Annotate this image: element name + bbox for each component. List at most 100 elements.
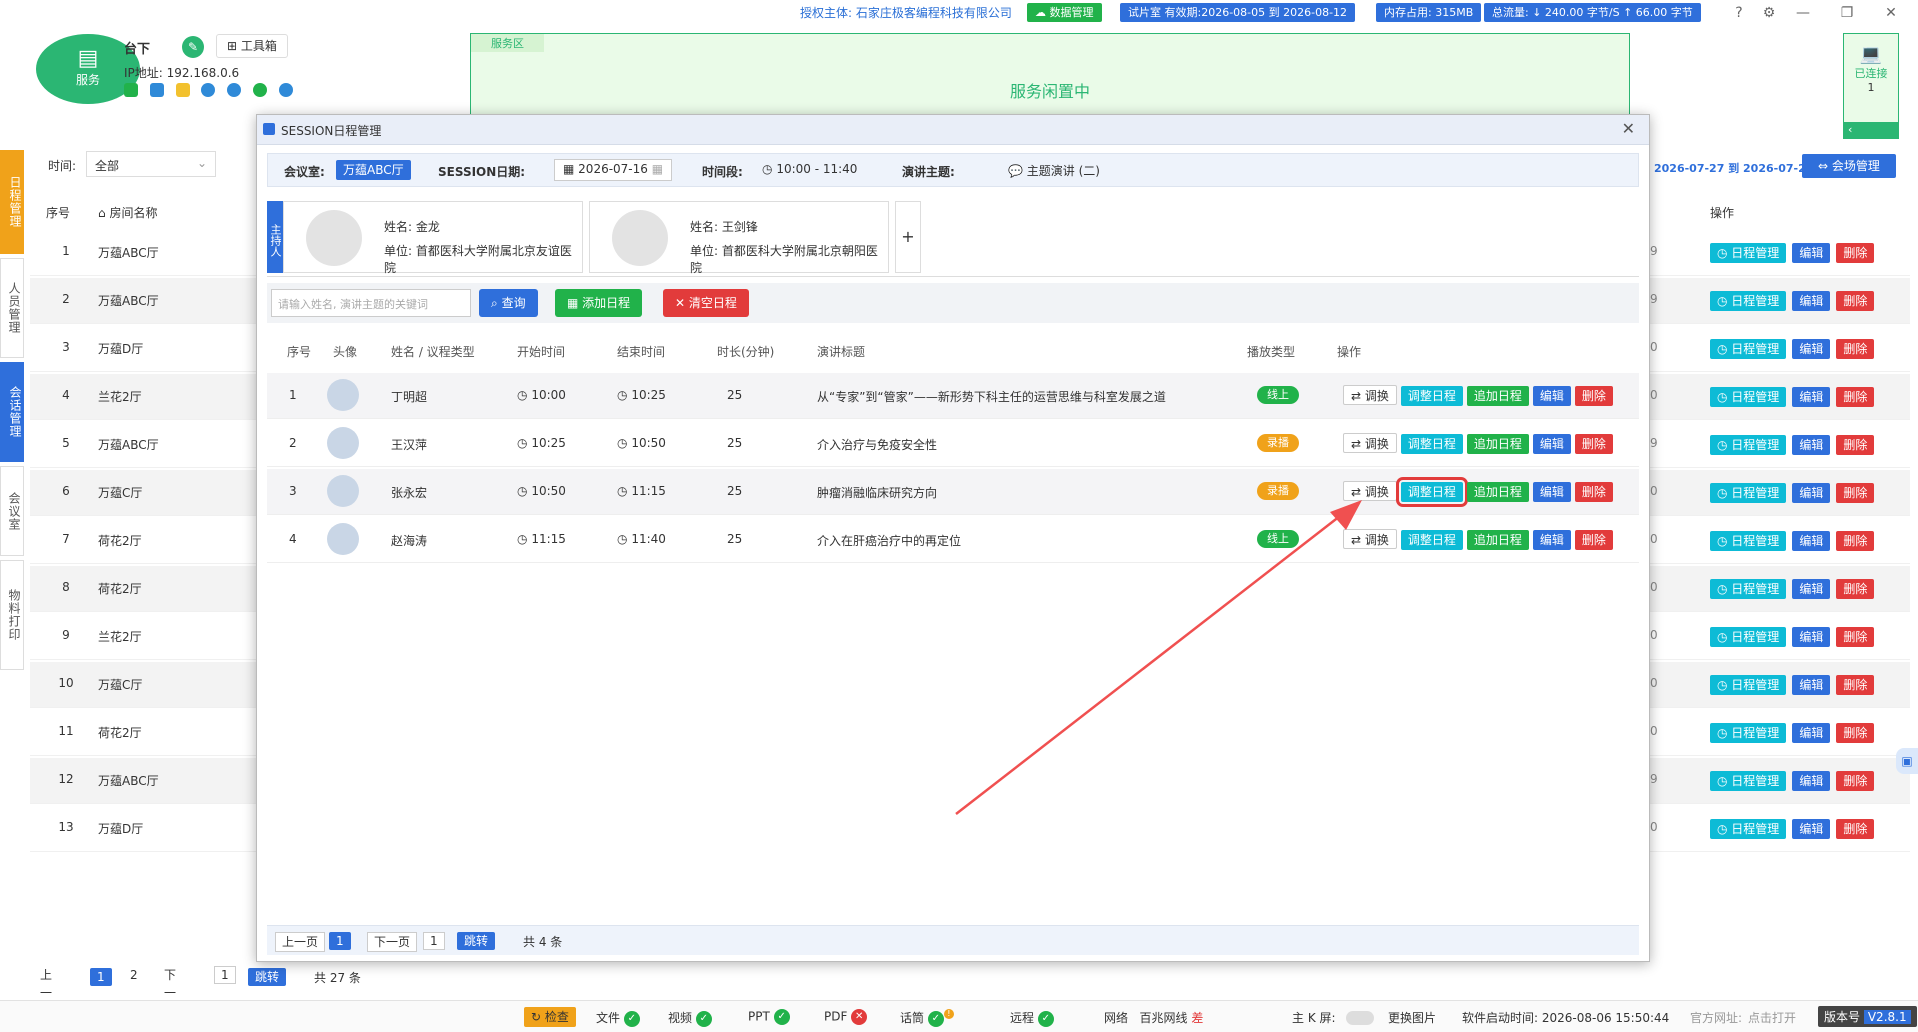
adjust-schedule-button[interactable]: 调整日程 [1400,434,1463,454]
swap-button[interactable]: ⇄ 调换 [1343,385,1397,405]
append-schedule-button[interactable]: 追加日程 [1466,434,1529,454]
swap-button[interactable]: ⇄ 调换 [1343,481,1397,501]
modal-titlebar[interactable]: SESSION日程管理 ✕ [257,115,1649,145]
edit-icon[interactable]: ✎ [182,36,204,58]
append-schedule-button[interactable]: 追加日程 [1466,530,1529,550]
delete-button[interactable]: 删除 [1836,579,1875,599]
delete-button[interactable]: 删除 [1836,243,1875,263]
delete-button[interactable]: 删除 [1836,291,1875,311]
open-website-link[interactable]: 点击打开 [1748,1009,1796,1026]
wechat-icon[interactable] [253,83,268,97]
edit-button[interactable]: 编辑 [1792,291,1831,311]
edit-button[interactable]: 编辑 [1792,483,1831,503]
rail-session[interactable]: 会话管理 [0,362,24,462]
delete-button[interactable]: 删除 [1574,434,1613,454]
schedule-manage-button[interactable]: ◷ 日程管理 [1710,339,1787,359]
gear-icon[interactable]: ⚙ [1758,2,1780,24]
adjust-schedule-button[interactable]: 调整日程 [1395,477,1468,507]
delete-button[interactable]: 删除 [1836,435,1875,455]
delete-button[interactable]: 删除 [1836,531,1875,551]
bg-page-2[interactable]: 2 [124,966,144,986]
next-page[interactable]: 下一页 [367,932,418,952]
edit-button[interactable]: 编辑 [1532,434,1571,454]
schedule-manage-button[interactable]: ◷ 日程管理 [1710,771,1787,791]
schedule-manage-button[interactable]: ◷ 日程管理 [1710,579,1787,599]
globe-icon[interactable] [227,83,242,97]
jump-button[interactable]: 跳转 [457,932,496,950]
date-picker[interactable]: ▦ 2026-07-16 ▦ [554,159,673,181]
delete-button[interactable]: 删除 [1836,627,1875,647]
rail-room[interactable]: 会议室 [0,466,24,556]
schedule-manage-button[interactable]: ◷ 日程管理 [1710,819,1787,839]
schedule-manage-button[interactable]: ◷ 日程管理 [1710,675,1787,695]
edit-button[interactable]: 编辑 [1792,387,1831,407]
delete-button[interactable]: 删除 [1836,723,1875,743]
data-management-button[interactable]: ☁ 数据管理 [1027,3,1102,22]
rail-people[interactable]: 人员管理 [0,258,24,358]
delete-button[interactable]: 删除 [1836,339,1875,359]
edit-button[interactable]: 编辑 [1792,579,1831,599]
search-input[interactable]: 请输入姓名, 演讲主题的关键词 [271,289,471,317]
delete-button[interactable]: 删除 [1574,530,1613,550]
close-icon[interactable]: ✕ [1622,119,1635,138]
edit-button[interactable]: 编辑 [1792,723,1831,743]
monitor-icon[interactable] [149,83,164,97]
schedule-manage-button[interactable]: ◷ 日程管理 [1710,531,1787,551]
chevron-left-icon[interactable]: ‹ [1844,122,1898,138]
edit-button[interactable]: 编辑 [1532,482,1571,502]
edit-button[interactable]: 编辑 [1792,339,1831,359]
adjust-schedule-button[interactable]: 调整日程 [1400,530,1463,550]
minimize-icon[interactable]: — [1792,2,1814,24]
schedule-manage-button[interactable]: ◷ 日程管理 [1710,291,1787,311]
delete-button[interactable]: 删除 [1574,386,1613,406]
edit-button[interactable]: 编辑 [1792,435,1831,455]
page-1[interactable]: 1 [329,932,351,950]
edit-button[interactable]: 编辑 [1792,243,1831,263]
host-card[interactable]: 姓名: 王剑锋 单位: 首都医科大学附属北京朝阳医院 [589,201,889,275]
network-icon[interactable] [201,83,216,97]
delete-button[interactable]: 删除 [1574,482,1613,502]
float-panel-icon[interactable]: ▣ [1896,748,1918,774]
edit-button[interactable]: 编辑 [1792,771,1831,791]
append-schedule-button[interactable]: 追加日程 [1466,386,1529,406]
schedule-manage-button[interactable]: ◷ 日程管理 [1710,627,1787,647]
check-button[interactable]: ↻ 检查 [524,1007,576,1027]
delete-button[interactable]: 删除 [1836,675,1875,695]
delete-button[interactable]: 删除 [1836,771,1875,791]
help-icon[interactable]: ? [1728,2,1750,24]
edit-button[interactable]: 编辑 [1532,530,1571,550]
bg-page-1[interactable]: 1 [90,968,112,986]
restore-icon[interactable]: ❐ [1836,2,1858,24]
close-icon[interactable]: ✕ [1880,2,1902,24]
rail-print[interactable]: 物料打印 [0,560,24,670]
edit-button[interactable]: 编辑 [1792,531,1831,551]
change-image-link[interactable]: 更换图片 [1388,1009,1436,1026]
add-schedule-button[interactable]: ▦ 添加日程 [555,289,643,317]
bg-next-page[interactable]: 下一页 [158,966,182,1018]
add-host-button[interactable]: + [895,201,921,273]
schedule-manage-button[interactable]: ◷ 日程管理 [1710,483,1787,503]
folder-icon[interactable] [175,83,190,97]
page-input[interactable]: 1 [423,932,445,950]
delete-button[interactable]: 删除 [1836,483,1875,503]
delete-button[interactable]: 删除 [1836,819,1875,839]
query-button[interactable]: ⌕ 查询 [479,289,538,317]
delete-button[interactable]: 删除 [1836,387,1875,407]
bg-jump-button[interactable]: 跳转 [248,968,287,986]
edit-button[interactable]: 编辑 [1792,627,1831,647]
schedule-manage-button[interactable]: ◷ 日程管理 [1710,243,1787,263]
rail-schedule[interactable]: 日程管理 [0,150,24,254]
edit-button[interactable]: 编辑 [1792,819,1831,839]
schedule-manage-button[interactable]: ◷ 日程管理 [1710,435,1787,455]
host-card[interactable]: 姓名: 金龙 单位: 首都医科大学附属北京友谊医院 [283,201,583,275]
clear-schedule-button[interactable]: ✕ 清空日程 [663,289,749,317]
bg-page-input[interactable]: 1 [214,966,236,984]
venue-management-button[interactable]: ⇔ 会场管理 [1802,154,1896,178]
schedule-manage-button[interactable]: ◷ 日程管理 [1710,387,1787,407]
swap-button[interactable]: ⇄ 调换 [1343,433,1397,453]
swap-button[interactable]: ⇄ 调换 [1343,529,1397,549]
adjust-schedule-button[interactable]: 调整日程 [1400,386,1463,406]
prev-page[interactable]: 上一页 [275,932,326,952]
kscreen-toggle[interactable] [1346,1011,1374,1025]
speaker-icon[interactable] [124,83,138,97]
